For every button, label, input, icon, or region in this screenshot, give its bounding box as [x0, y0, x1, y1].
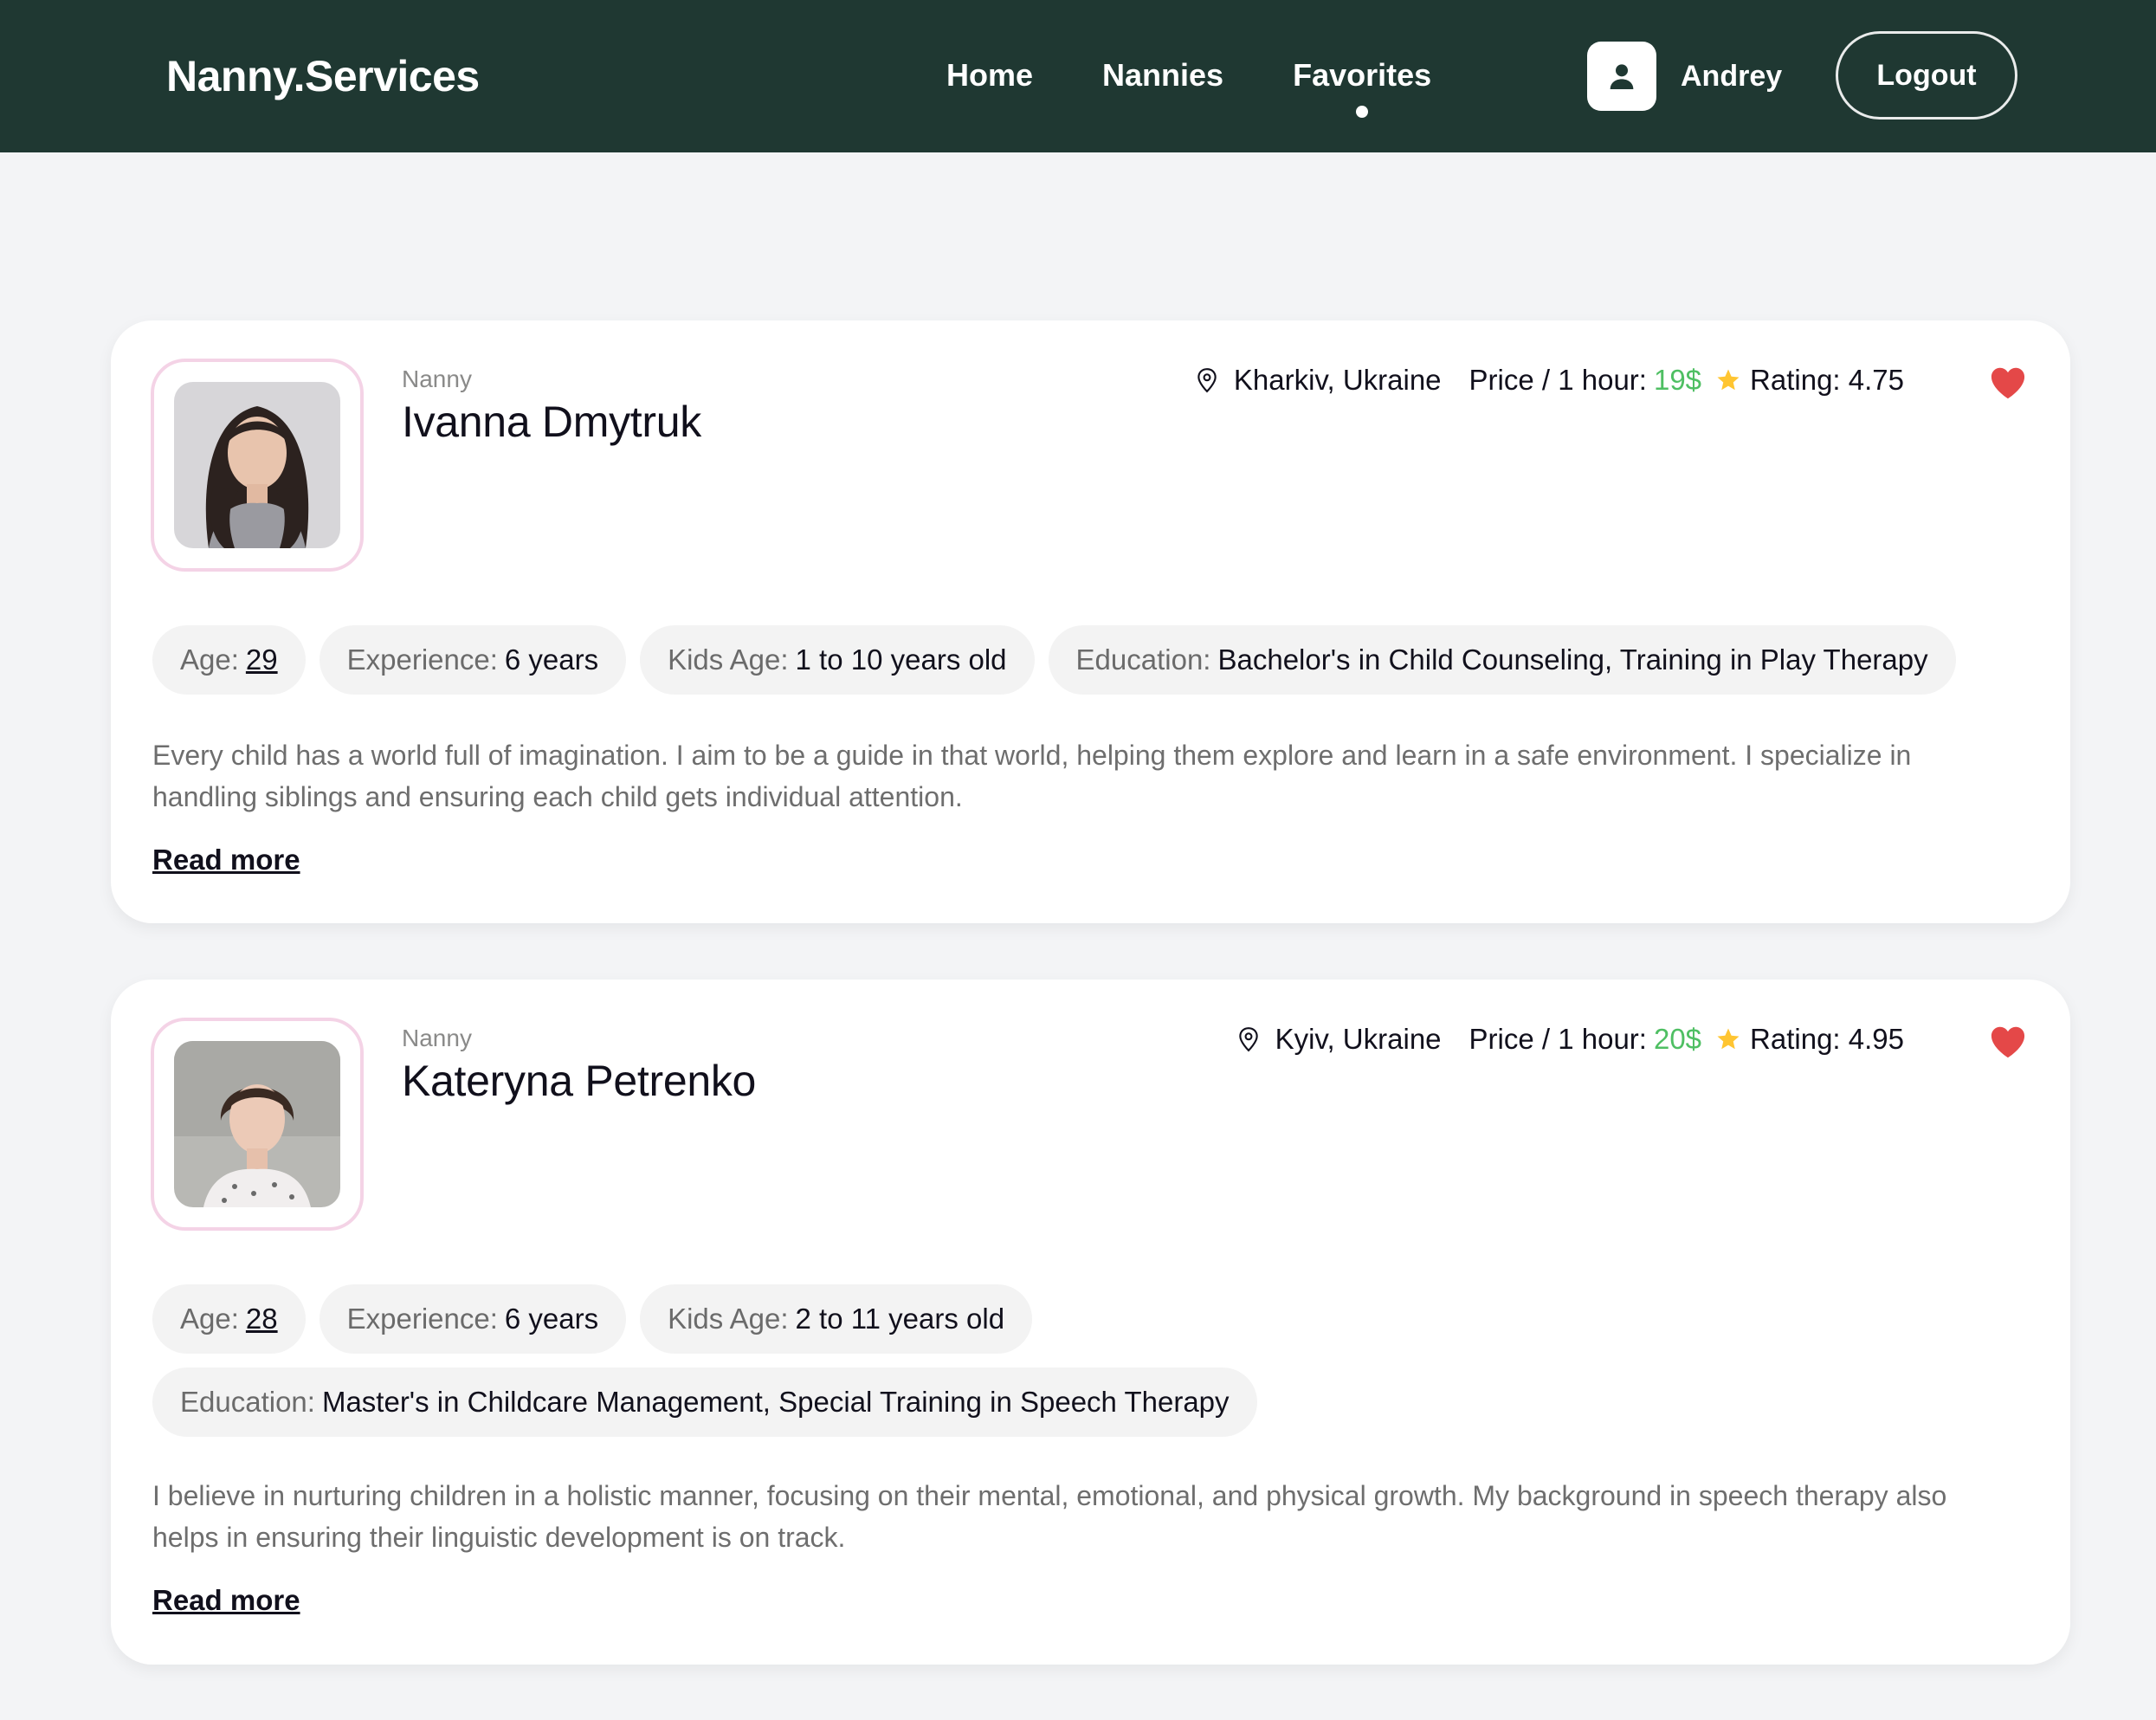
rating-label: Rating: 4.95 [1750, 1023, 1904, 1055]
nav-home[interactable]: Home [946, 54, 1033, 97]
nanny-location: Kharkiv, Ukraine [1233, 364, 1442, 396]
age-label: Age: [180, 643, 239, 676]
age-chip: Age: 29 [152, 625, 306, 695]
education-label: Education: [1075, 643, 1211, 676]
experience-label: Experience: [346, 1303, 498, 1335]
education-chip: Education: Master's in Childcare Managem… [152, 1368, 1257, 1437]
price-value: 19$ [1653, 364, 1702, 396]
map-pin-icon [1196, 367, 1218, 393]
nanny-meta: Kyiv, Ukraine Price / 1 hour: 20$ Rating… [1237, 1023, 1904, 1056]
kids-age-chip: Kids Age: 1 to 10 years old [640, 625, 1035, 695]
nanny-location: Kyiv, Ukraine [1275, 1023, 1442, 1055]
logout-button[interactable]: Logout [1836, 31, 2017, 120]
user-icon [1587, 42, 1656, 111]
read-more-link[interactable]: Read more [152, 844, 300, 876]
main-nav: Home Nannies Favorites [946, 54, 1431, 118]
nanny-card: Nanny Ivanna Dmytruk Kharkiv, Ukraine Pr… [111, 320, 2070, 923]
kids-age-label: Kids Age: [668, 1303, 789, 1335]
nanny-description: I believe in nurturing children in a hol… [152, 1480, 1947, 1553]
rating-label: Rating: 4.75 [1750, 364, 1904, 396]
kids-age-value: 1 to 10 years old [795, 643, 1007, 676]
age-label: Age: [180, 1303, 239, 1335]
favorite-heart-icon[interactable] [1989, 1025, 2027, 1059]
experience-chip: Experience: 6 years [319, 1284, 627, 1354]
nanny-details: Age: 28 Experience: 6 years Kids Age: 2 … [152, 1284, 1257, 1437]
age-chip: Age: 28 [152, 1284, 306, 1354]
price-value: 20$ [1653, 1023, 1702, 1055]
map-pin-icon [1237, 1026, 1260, 1052]
nanny-role: Nanny [402, 1025, 472, 1051]
user-name: Andrey [1681, 59, 1783, 93]
education-label: Education: [180, 1386, 315, 1418]
user-info: Andrey [1587, 42, 1782, 111]
nanny-role: Nanny [402, 365, 472, 392]
nanny-photo-frame [151, 1018, 364, 1231]
education-value: Master's in Childcare Management, Specia… [321, 1386, 1230, 1418]
nanny-name: Kateryna Petrenko [402, 1057, 757, 1105]
nanny-description: Every child has a world full of imaginat… [152, 740, 1912, 812]
kids-age-label: Kids Age: [668, 643, 789, 676]
education-value: Bachelor's in Child Counseling, Training… [1217, 643, 1928, 676]
experience-chip: Experience: 6 years [319, 625, 627, 695]
experience-value: 6 years [504, 643, 599, 676]
favorite-heart-icon[interactable] [1989, 365, 2027, 400]
nanny-card: Nanny Kateryna Petrenko Kyiv, Ukraine Pr… [111, 980, 2070, 1665]
nanny-name: Ivanna Dmytruk [402, 398, 701, 446]
kids-age-chip: Kids Age: 2 to 11 years old [640, 1284, 1033, 1354]
nanny-photo [174, 1041, 340, 1207]
site-logo[interactable]: Nanny.Services [166, 50, 480, 102]
education-chip: Education: Bachelor's in Child Counselin… [1048, 625, 1956, 695]
age-value: 29 [245, 643, 278, 676]
experience-value: 6 years [504, 1303, 599, 1335]
experience-label: Experience: [346, 643, 498, 676]
nanny-meta: Kharkiv, Ukraine Price / 1 hour: 19$ Rat… [1196, 364, 1904, 397]
kids-age-value: 2 to 11 years old [795, 1303, 1005, 1335]
nanny-details: Age: 29 Experience: 6 years Kids Age: 1 … [152, 625, 2001, 695]
site-header: Nanny.Services Home Nannies Favorites An… [0, 0, 2156, 152]
page: Nanny.Services Home Nannies Favorites An… [0, 0, 2156, 1720]
price-label: Price / 1 hour: [1469, 364, 1647, 396]
age-value: 28 [245, 1303, 278, 1335]
nav-nannies[interactable]: Nannies [1102, 54, 1223, 97]
star-icon [1715, 1026, 1741, 1052]
nanny-photo-frame [151, 359, 364, 572]
nanny-photo [174, 382, 340, 548]
price-label: Price / 1 hour: [1469, 1023, 1647, 1055]
nav-favorites[interactable]: Favorites [1293, 54, 1431, 118]
star-icon [1715, 367, 1741, 393]
read-more-link[interactable]: Read more [152, 1584, 300, 1617]
